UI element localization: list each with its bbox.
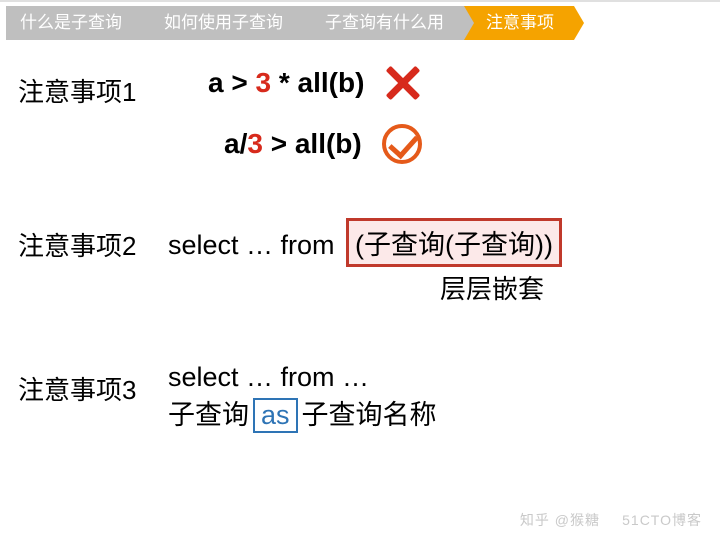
top-divider <box>0 0 720 2</box>
note-3-line2: 子查询as子查询名称 <box>168 393 702 433</box>
alias-prefix: 子查询 <box>168 400 249 430</box>
alias-name: 子查询名称 <box>302 400 437 430</box>
note-2-expression: select … from (子查询(子查询)) <box>168 218 702 267</box>
expr-text: a/ <box>224 128 247 159</box>
nested-subquery-box: (子查询(子查询)) <box>346 218 562 267</box>
wrong-expression: a > 3 * all(b) <box>208 67 364 99</box>
expr-highlight: 3 <box>255 67 271 98</box>
note-1: 注意事项1 a > 3 * all(b) a/3 > all(b) <box>18 64 702 174</box>
watermark-51cto: 51CTO博客 <box>622 510 702 530</box>
right-expression: a/3 > all(b) <box>224 128 362 160</box>
tab-what-is[interactable]: 什么是子查询 <box>6 6 142 40</box>
slide-content: 注意事项1 a > 3 * all(b) a/3 > all(b) 注意事项2 … <box>0 56 720 433</box>
note-1-label: 注意事项1 <box>18 64 168 109</box>
expr-text: a > <box>208 67 255 98</box>
note-3-label: 注意事项3 <box>18 362 168 407</box>
tab-usage[interactable]: 子查询有什么用 <box>303 6 464 40</box>
tab-notes[interactable]: 注意事项 <box>464 6 574 40</box>
check-icon <box>382 124 422 164</box>
expr-text: * all(b) <box>271 67 364 98</box>
expr-text: > all(b) <box>263 128 362 159</box>
breadcrumb-tabs: 什么是子查询 如何使用子查询 子查询有什么用 注意事项 <box>6 6 714 40</box>
note-3: 注意事项3 select … from … 子查询as子查询名称 <box>18 362 702 433</box>
expr-highlight: 3 <box>247 128 263 159</box>
note-2-label: 注意事项2 <box>18 218 168 263</box>
cross-icon <box>384 64 422 102</box>
watermark-zhihu: 知乎 @猴糖 <box>520 510 600 530</box>
note-2: 注意事项2 select … from (子查询(子查询)) 层层嵌套 <box>18 218 702 306</box>
note-3-line1: select … from … <box>168 362 702 393</box>
sql-prefix: select … from <box>168 230 342 260</box>
note-2-caption: 层层嵌套 <box>440 269 702 306</box>
as-keyword-box: as <box>253 398 298 433</box>
tab-how-to-use[interactable]: 如何使用子查询 <box>142 6 303 40</box>
